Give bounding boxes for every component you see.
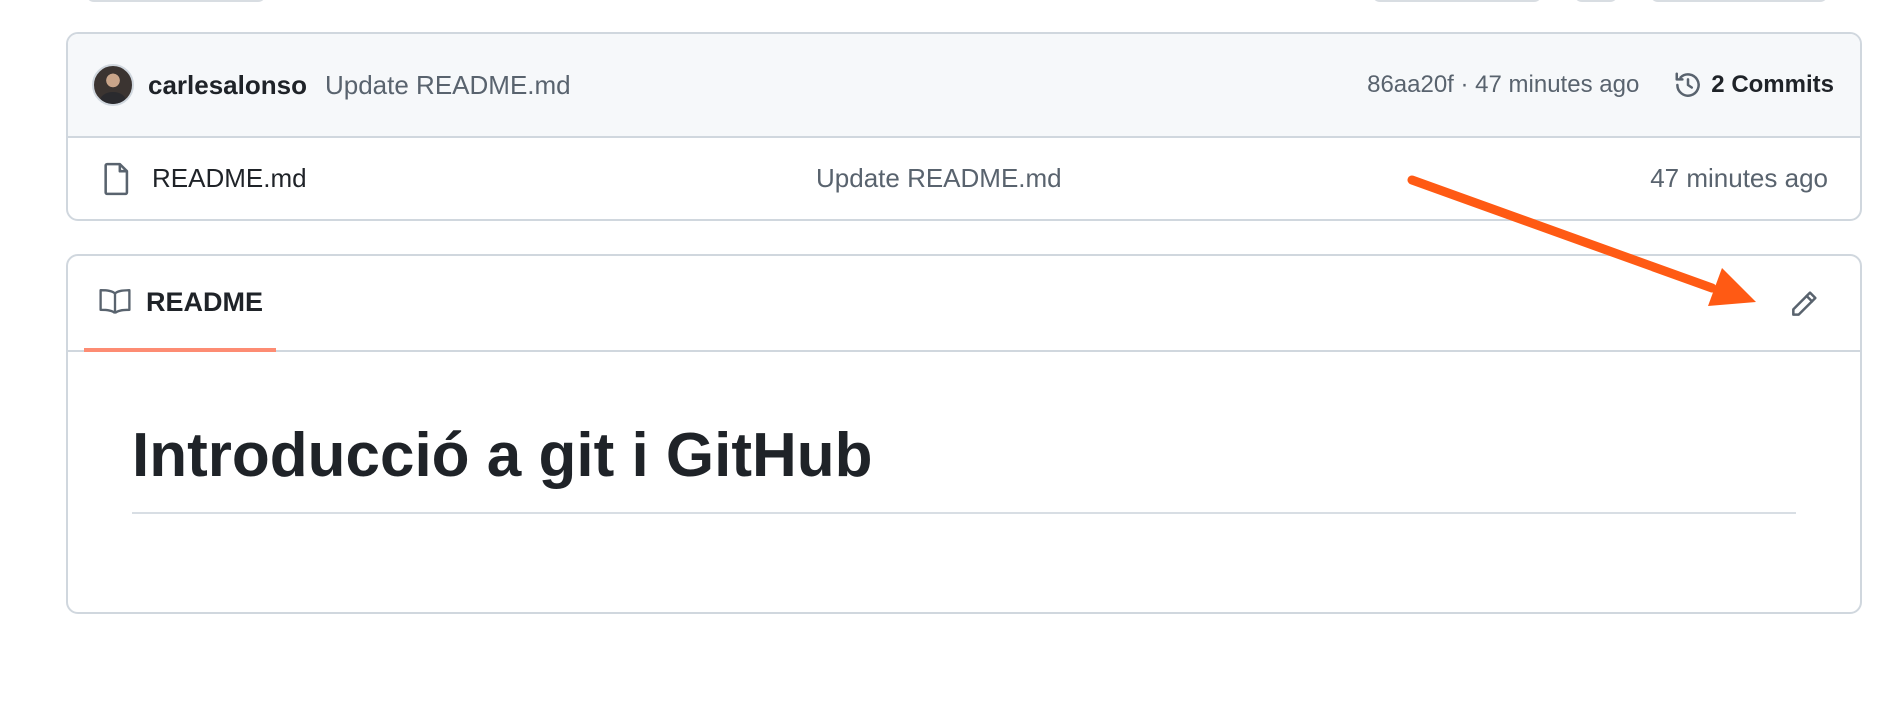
file-name-link[interactable]: README.md	[152, 163, 752, 194]
commits-history-link[interactable]: 2 Commits	[1673, 70, 1834, 100]
top-stub	[1650, 0, 1828, 2]
top-stub	[1372, 0, 1542, 2]
book-icon	[99, 289, 131, 315]
pencil-icon	[1792, 291, 1817, 316]
file-commit-message-link[interactable]: Update README.md	[816, 163, 1062, 194]
file-icon	[104, 162, 129, 195]
file-commit-time: 47 minutes ago	[1650, 163, 1828, 193]
readme-title: Introducció a git i GitHub	[132, 421, 1796, 514]
history-icon	[1675, 72, 1701, 97]
avatar[interactable]	[92, 64, 134, 106]
latest-commit-bar: carlesalonso Update README.md 86aa20f · …	[68, 34, 1860, 138]
commit-author-link[interactable]: carlesalonso	[148, 70, 307, 101]
commit-message-link[interactable]: Update README.md	[325, 70, 571, 101]
readme-content: Introducció a git i GitHub	[68, 352, 1860, 514]
readme-tab-label: README	[146, 286, 264, 317]
file-listing: carlesalonso Update README.md 86aa20f · …	[66, 32, 1862, 221]
readme-header: README	[68, 256, 1860, 352]
commits-count-label: 2 Commits	[1711, 71, 1834, 98]
tab-readme[interactable]: README	[84, 256, 276, 352]
file-row[interactable]: README.md Update README.md 47 minutes ag…	[68, 138, 1860, 219]
top-stub	[86, 0, 266, 2]
edit-file-button[interactable]	[1784, 284, 1824, 324]
readme-panel: README Introducció a git i GitHub	[66, 254, 1862, 614]
commit-meta[interactable]: 86aa20f · 47 minutes ago	[1367, 71, 1639, 99]
top-stub	[1574, 0, 1618, 2]
